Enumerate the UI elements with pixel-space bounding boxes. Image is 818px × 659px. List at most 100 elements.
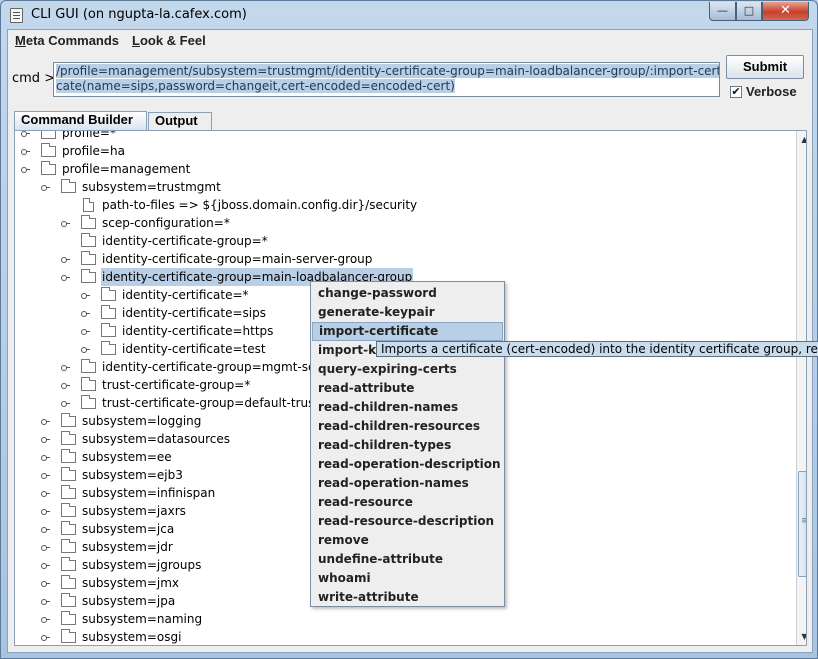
tree-row-label: profile=*	[62, 130, 116, 140]
expand-toggle-icon[interactable]	[41, 418, 50, 425]
expand-toggle-icon[interactable]	[41, 544, 50, 551]
menu-item-undefine-attribute[interactable]: undefine-attribute	[312, 550, 503, 569]
tree-row-label: subsystem=naming	[82, 612, 203, 626]
maximize-button[interactable]: □	[736, 2, 762, 21]
tree-row-label: identity-certificate=*	[122, 288, 249, 302]
tree-row[interactable]: scep-configuration=*	[61, 214, 781, 232]
expand-toggle-icon[interactable]	[61, 364, 70, 371]
expand-toggle-icon[interactable]	[61, 256, 70, 263]
expand-toggle-icon[interactable]	[41, 634, 50, 641]
expand-toggle-icon[interactable]	[41, 598, 50, 605]
expand-toggle-icon[interactable]	[41, 526, 50, 533]
tree-row-label: identity-certificate-group=*	[102, 234, 268, 248]
verbose-checkbox[interactable]: ✔	[730, 86, 742, 98]
menu-item-read-children-names[interactable]: read-children-names	[312, 398, 503, 417]
menu-item-write-attribute[interactable]: write-attribute	[312, 588, 503, 607]
tree-row[interactable]: profile=*	[21, 130, 741, 142]
operations-context-menu: change-password generate-keypair import-ce…	[310, 281, 505, 607]
file-icon	[83, 198, 94, 212]
folder-icon	[81, 395, 96, 409]
expand-toggle-icon[interactable]	[21, 166, 30, 173]
expand-toggle-icon[interactable]	[41, 454, 50, 461]
tree-row[interactable]: identity-certificate-group=main-server-g…	[61, 250, 781, 268]
tree-row[interactable]: path-to-files => ${jboss.domain.config.d…	[81, 196, 781, 214]
folder-icon	[81, 377, 96, 391]
expand-toggle-icon[interactable]	[81, 328, 90, 335]
scroll-thumb[interactable]	[798, 471, 806, 577]
scroll-down-icon[interactable]: ▼	[797, 629, 806, 644]
tab-command-builder[interactable]: Command Builder	[14, 111, 147, 130]
title-bar[interactable]: CLI GUI (on ngupta-la.cafex.com) — □ ✕	[1, 1, 817, 29]
expand-toggle-icon[interactable]	[61, 382, 70, 389]
expand-toggle-icon[interactable]	[41, 508, 50, 515]
tree-row-label: identity-certificate=sips	[122, 306, 266, 320]
minimize-button[interactable]: —	[709, 2, 736, 21]
menu-item-generate-keypair[interactable]: generate-keypair	[312, 303, 503, 322]
tree-row[interactable]: subsystem=trustmgmt	[41, 178, 761, 196]
close-button[interactable]: ✕	[762, 2, 809, 21]
tree-row-label: path-to-files => ${jboss.domain.config.d…	[102, 198, 418, 212]
command-text-2: cate(name=sips,password=changeit,cert-en…	[56, 79, 455, 93]
menu-item-import-certificate[interactable]: import-certificate	[312, 322, 503, 341]
menu-look-and-feel-mnemonic: L	[132, 33, 140, 48]
menu-look-and-feel[interactable]: Look & Feel	[132, 33, 206, 48]
expand-toggle-icon[interactable]	[61, 274, 70, 281]
menu-item-read-attribute[interactable]: read-attribute	[312, 379, 503, 398]
tree-row-label: subsystem=jdr	[82, 540, 173, 554]
expand-toggle-icon[interactable]	[41, 562, 50, 569]
expand-toggle-icon[interactable]	[61, 220, 70, 227]
expand-toggle-icon[interactable]	[21, 131, 30, 137]
tree-row-label: subsystem=jgroups	[82, 558, 202, 572]
tree-row[interactable]: profile=ha	[21, 142, 741, 160]
menu-item-read-resource[interactable]: read-resource	[312, 493, 503, 512]
menu-item-whoami[interactable]: whoami	[312, 569, 503, 588]
tree-row[interactable]: subsystem=naming	[41, 610, 761, 628]
folder-icon	[101, 323, 116, 337]
folder-icon	[81, 215, 96, 229]
menu-item-change-password[interactable]: change-password	[312, 284, 503, 303]
menu-item-read-children-resources[interactable]: read-children-resources	[312, 417, 503, 436]
tab-output[interactable]: Output	[148, 112, 212, 130]
expand-toggle-icon[interactable]	[41, 184, 50, 191]
expand-toggle-icon[interactable]	[21, 148, 30, 155]
folder-icon	[81, 269, 96, 283]
tree-row[interactable]: identity-certificate-group=*	[81, 232, 781, 250]
tree-row[interactable]: profile=management	[21, 160, 741, 178]
expand-toggle-icon[interactable]	[61, 400, 70, 407]
expand-toggle-icon[interactable]	[41, 472, 50, 479]
tree-row-label: subsystem=ee	[82, 450, 172, 464]
tree-row[interactable]: subsystem=osgi	[41, 628, 761, 645]
tree-row-label: profile=management	[62, 162, 191, 176]
command-input[interactable]: /profile=management/subsystem=trustmgmt/…	[53, 62, 720, 97]
vertical-scrollbar[interactable]: ▲ ▼	[796, 131, 806, 645]
folder-icon	[81, 359, 96, 373]
expand-toggle-icon[interactable]	[81, 292, 90, 299]
command-line-1: /profile=management/subsystem=trustmgmt/…	[56, 64, 719, 79]
menu-item-read-operation-names[interactable]: read-operation-names	[312, 474, 503, 493]
folder-icon	[101, 341, 116, 355]
menu-item-read-children-types[interactable]: read-children-types	[312, 436, 503, 455]
folder-icon	[61, 413, 76, 427]
tree-row-label: subsystem=logging	[82, 414, 202, 428]
menu-item-query-expiring-certs[interactable]: query-expiring-certs	[312, 360, 503, 379]
scroll-up-icon[interactable]: ▲	[797, 132, 806, 147]
submit-button[interactable]: Submit	[726, 55, 804, 79]
menu-item-read-operation-description[interactable]: read-operation-description	[312, 455, 503, 474]
tree-row-label: profile=ha	[62, 144, 125, 158]
expand-toggle-icon[interactable]	[41, 580, 50, 587]
folder-icon	[61, 593, 76, 607]
menu-item-read-resource-description[interactable]: read-resource-description	[312, 512, 503, 531]
menu-meta-commands[interactable]: Meta Commands	[15, 33, 119, 48]
tree-row-label: subsystem=jpa	[82, 594, 176, 608]
menu-meta-commands-label: eta Commands	[25, 33, 120, 48]
tree-row-label: subsystem=jaxrs	[82, 504, 186, 518]
expand-toggle-icon[interactable]	[41, 490, 50, 497]
expand-toggle-icon[interactable]	[41, 616, 50, 623]
expand-toggle-icon[interactable]	[81, 346, 90, 353]
window-title: CLI GUI (on ngupta-la.cafex.com)	[31, 7, 247, 22]
expand-toggle-icon[interactable]	[81, 310, 90, 317]
expand-toggle-icon[interactable]	[41, 436, 50, 443]
menu-item-remove[interactable]: remove	[312, 531, 503, 550]
command-text-1: /profile=management/subsystem=trustmgmt/…	[56, 64, 719, 78]
folder-icon	[41, 131, 56, 139]
